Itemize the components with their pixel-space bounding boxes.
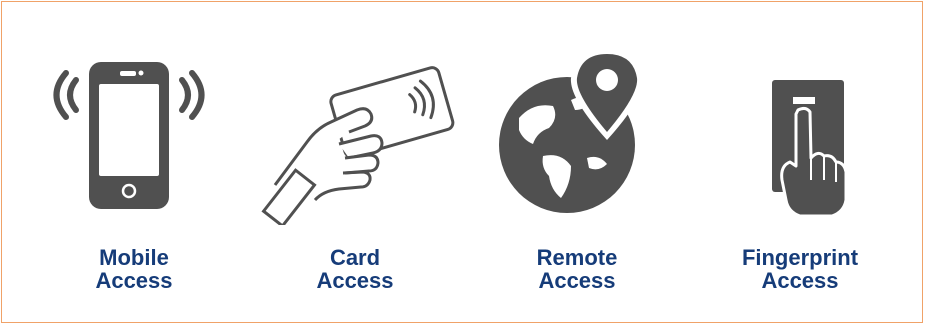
access-option-label: Card Access [245, 246, 465, 292]
label-line-1: Card [329, 245, 381, 270]
access-option-remote: Remote Access [467, 2, 687, 324]
access-option-mobile: Mobile Access [24, 2, 244, 324]
label-line-2: Access [316, 268, 394, 293]
label-line-2: Access [761, 268, 839, 293]
contactless-card-icon [245, 40, 465, 225]
access-option-label: Remote Access [467, 246, 687, 292]
label-line-2: Access [538, 268, 616, 293]
access-option-card: Card Access [245, 2, 465, 324]
mobile-phone-icon [24, 40, 244, 225]
globe-location-pin-icon [467, 40, 687, 225]
fingerprint-reader-icon [690, 40, 910, 225]
access-options-panel: Mobile Access Card Access Remote Access … [1, 1, 923, 323]
label-line-1: Mobile [99, 245, 169, 270]
label-line-1: Fingerprint [741, 245, 859, 270]
access-option-fingerprint: Fingerprint Access [690, 2, 910, 324]
access-option-label: Fingerprint Access [690, 246, 910, 292]
label-line-1: Remote [536, 245, 618, 270]
access-option-label: Mobile Access [24, 246, 244, 292]
label-line-2: Access [95, 268, 173, 293]
